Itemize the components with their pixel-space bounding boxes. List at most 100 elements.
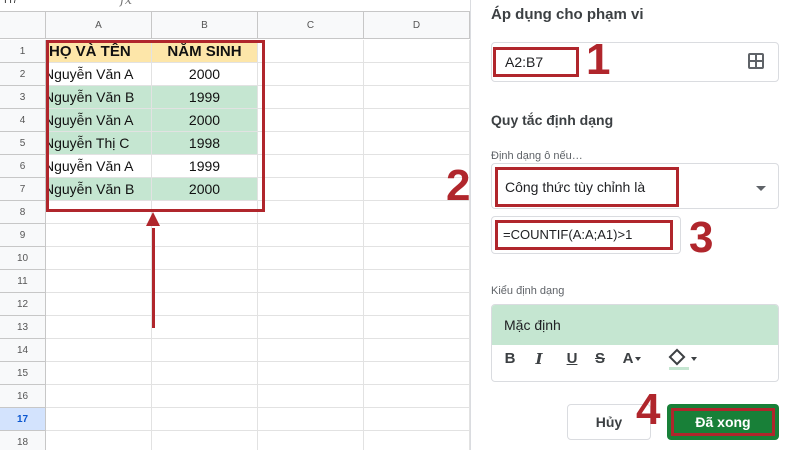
cell-empty[interactable] (152, 316, 258, 339)
cell-empty[interactable] (258, 109, 364, 132)
cell-empty[interactable] (364, 224, 470, 247)
cell-empty[interactable] (46, 247, 152, 270)
cell-empty[interactable] (152, 362, 258, 385)
cell-empty[interactable] (46, 293, 152, 316)
cell-empty[interactable] (364, 339, 470, 362)
cell-empty[interactable] (152, 270, 258, 293)
strikethrough-button[interactable]: S (591, 345, 609, 373)
cell-empty[interactable] (258, 132, 364, 155)
cell-empty[interactable] (364, 63, 470, 86)
bold-button[interactable]: B (501, 345, 519, 373)
cell-empty[interactable] (364, 431, 470, 450)
column-header-c[interactable]: C (258, 12, 364, 39)
done-button[interactable]: Đã xong (667, 404, 779, 440)
cell-empty[interactable] (258, 270, 364, 293)
paint-bucket-icon (668, 348, 686, 366)
row-header-9[interactable]: 9 (0, 224, 46, 247)
cell-empty[interactable] (258, 431, 364, 450)
cell-empty[interactable] (258, 40, 364, 63)
row-header-4[interactable]: 4 (0, 109, 46, 132)
cell-empty[interactable] (258, 362, 364, 385)
fill-color-button[interactable] (667, 345, 699, 373)
italic-button[interactable]: I (530, 345, 548, 373)
cell-empty[interactable] (46, 224, 152, 247)
step-number-4: 4 (636, 385, 661, 434)
row-header-1[interactable]: 1 (0, 40, 46, 63)
text-color-button[interactable]: A (619, 345, 645, 373)
cell-empty[interactable] (258, 63, 364, 86)
cell-empty[interactable] (46, 385, 152, 408)
cell-empty[interactable] (364, 316, 470, 339)
row-header-5[interactable]: 5 (0, 132, 46, 155)
cell-empty[interactable] (258, 247, 364, 270)
select-range-grid-icon[interactable] (748, 53, 764, 69)
cell-empty[interactable] (46, 339, 152, 362)
cell-empty[interactable] (364, 132, 470, 155)
underline-button[interactable]: U (563, 345, 581, 373)
chevron-down-icon[interactable] (756, 186, 766, 191)
cell-empty[interactable] (152, 247, 258, 270)
cell-empty[interactable] (364, 408, 470, 431)
cell-empty[interactable] (152, 339, 258, 362)
cell-empty[interactable] (46, 431, 152, 450)
cell-empty[interactable] (364, 247, 470, 270)
pointer-arrow-head (146, 212, 160, 226)
condition-selected-value[interactable]: Công thức tùy chỉnh là (495, 167, 679, 207)
chevron-down-icon (691, 357, 697, 361)
step-number-1: 1 (586, 35, 611, 84)
cell-empty[interactable] (258, 408, 364, 431)
cell-empty[interactable] (152, 431, 258, 450)
custom-formula-value[interactable]: =COUNTIF(A:A;A1)>1 (495, 220, 673, 250)
name-box[interactable]: H7 (4, 0, 18, 6)
row-header-12[interactable]: 12 (0, 293, 46, 316)
row-header-2[interactable]: 2 (0, 63, 46, 86)
row-header-8[interactable]: 8 (0, 201, 46, 224)
column-header-a[interactable]: A (46, 12, 152, 39)
cell-empty[interactable] (152, 385, 258, 408)
row-header-10[interactable]: 10 (0, 247, 46, 270)
column-header-b[interactable]: B (152, 12, 258, 39)
cell-empty[interactable] (152, 408, 258, 431)
range-value[interactable]: A2:B7 (493, 47, 579, 77)
cell-empty[interactable] (258, 178, 364, 201)
cell-empty[interactable] (46, 270, 152, 293)
cell-empty[interactable] (364, 362, 470, 385)
select-all-corner[interactable] (0, 12, 46, 39)
row-header-13[interactable]: 13 (0, 316, 46, 339)
row-header-15[interactable]: 15 (0, 362, 46, 385)
format-rules-heading: Quy tắc định dạng (491, 112, 614, 128)
cell-empty[interactable] (152, 224, 258, 247)
cell-empty[interactable] (258, 385, 364, 408)
cell-empty[interactable] (46, 408, 152, 431)
cell-empty[interactable] (46, 316, 152, 339)
formula-bar: H7 fx (0, 0, 470, 12)
row-header-3[interactable]: 3 (0, 86, 46, 109)
cell-empty[interactable] (364, 86, 470, 109)
row-header-7[interactable]: 7 (0, 178, 46, 201)
cell-empty[interactable] (258, 155, 364, 178)
apply-range-heading: Áp dụng cho phạm vi (491, 6, 644, 23)
row-header-18[interactable]: 18 (0, 431, 46, 450)
cell-empty[interactable] (364, 293, 470, 316)
row-header-6[interactable]: 6 (0, 155, 46, 178)
cell-empty[interactable] (364, 109, 470, 132)
cell-empty[interactable] (364, 40, 470, 63)
cell-empty[interactable] (364, 385, 470, 408)
column-header-d[interactable]: D (364, 12, 470, 39)
cell-empty[interactable] (152, 293, 258, 316)
cell-empty[interactable] (258, 339, 364, 362)
cell-empty[interactable] (46, 362, 152, 385)
spreadsheet-grid: H7 fx ABCD 1 2 3 4 5 6 7 8 9 10 11 12 13 14 15 16 17 18 H… (0, 0, 470, 450)
row-header-16[interactable]: 16 (0, 385, 46, 408)
style-preview[interactable]: Mặc định (492, 305, 778, 345)
cell-empty[interactable] (258, 316, 364, 339)
text-color-icon: A (622, 350, 634, 367)
cell-empty[interactable] (258, 201, 364, 224)
cell-empty[interactable] (258, 293, 364, 316)
cell-empty[interactable] (258, 86, 364, 109)
row-header-11[interactable]: 11 (0, 270, 46, 293)
row-header-17[interactable]: 17 (0, 408, 46, 431)
cell-empty[interactable] (258, 224, 364, 247)
row-header-14[interactable]: 14 (0, 339, 46, 362)
cell-empty[interactable] (364, 270, 470, 293)
